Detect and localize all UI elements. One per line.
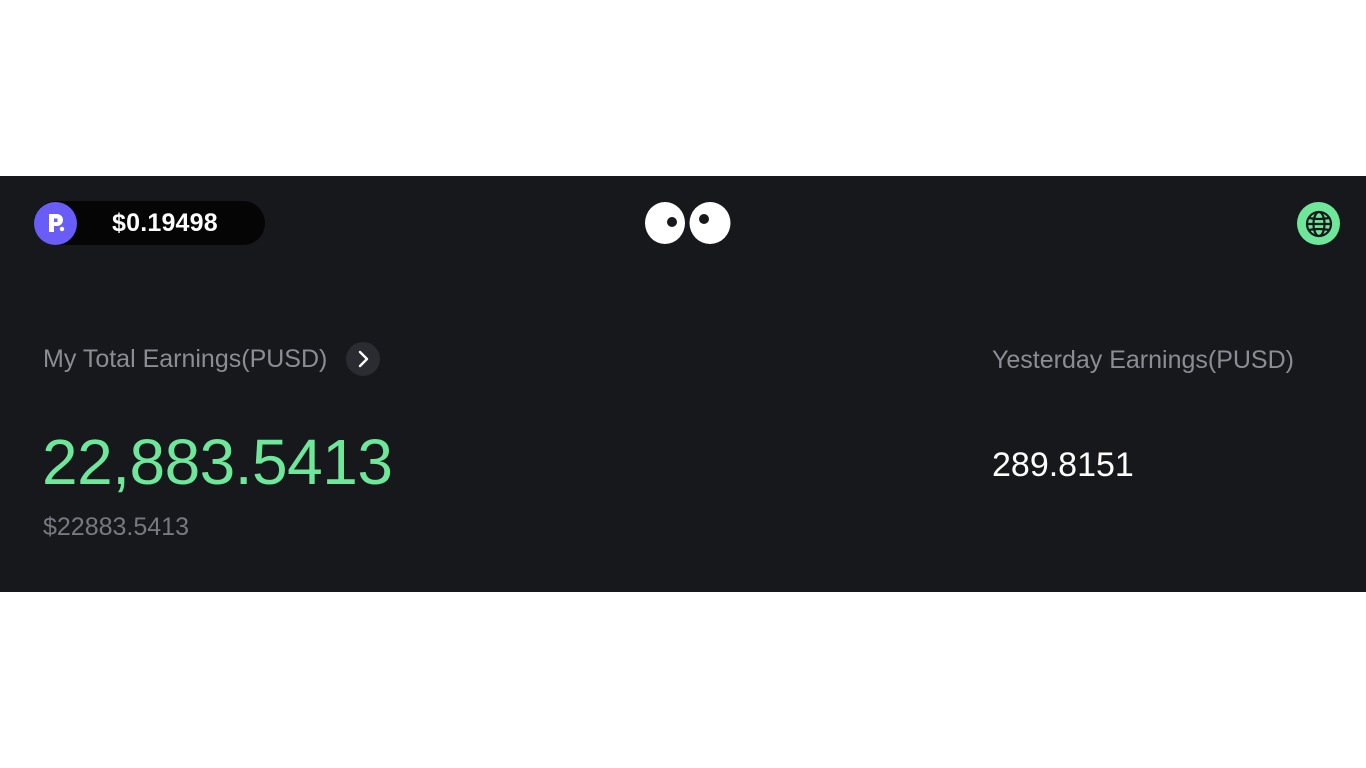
balance-amount: $0.19498 xyxy=(112,208,218,237)
yesterday-earnings-label: Yesterday Earnings(PUSD) xyxy=(992,346,1294,374)
total-earnings-details-button[interactable] xyxy=(346,342,381,376)
total-earnings-label: My Total Earnings(PUSD) xyxy=(43,344,328,373)
page: $0.19498 My Total Earnings(PUSD) 22,883.… xyxy=(0,0,1366,768)
eyes-logo-icon xyxy=(645,201,731,245)
total-earnings-usd: $22883.5413 xyxy=(43,513,189,541)
globe-icon xyxy=(1305,210,1332,237)
earnings-panel: $0.19498 My Total Earnings(PUSD) 22,883.… xyxy=(0,176,1366,592)
p-token-icon xyxy=(34,201,77,245)
chevron-right-icon xyxy=(359,350,369,368)
yesterday-earnings-value: 289.8151 xyxy=(992,446,1134,484)
total-earnings-value: 22,883.5413 xyxy=(42,426,393,498)
language-button[interactable] xyxy=(1297,202,1340,245)
total-earnings-header: My Total Earnings(PUSD) xyxy=(43,342,381,376)
balance-pill[interactable]: $0.19498 xyxy=(34,201,265,245)
